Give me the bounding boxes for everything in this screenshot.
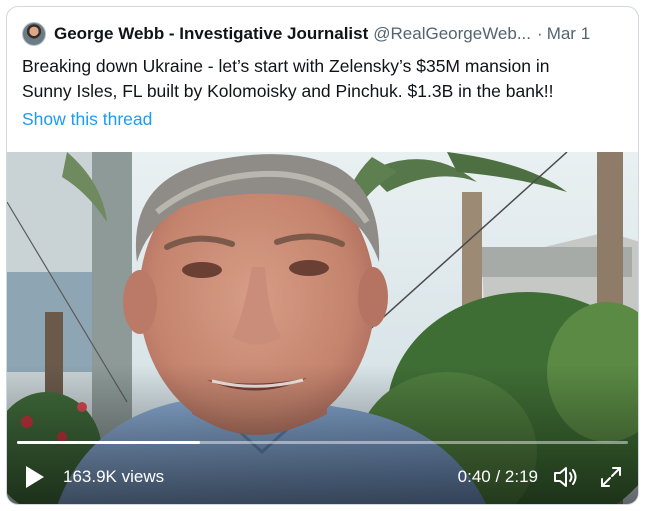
show-thread-link[interactable]: Show this thread <box>22 109 152 130</box>
author-avatar[interactable] <box>22 22 46 46</box>
tweet-header: George Webb - Investigative Journalist @… <box>22 21 624 47</box>
views-number: 163.9K <box>63 467 117 486</box>
video-time: 0:40 / 2:19 <box>457 467 538 486</box>
volume-icon[interactable] <box>552 465 580 489</box>
video-player[interactable]: 163.9K views 0:40 / 2:19 <box>7 152 638 504</box>
tweet-text-line: Sunny Isles, FL built by Kolomoisky and … <box>22 81 554 101</box>
tweet-text-line: Breaking down Ukraine - let’s start with… <box>22 56 550 76</box>
views-label: views <box>121 467 165 486</box>
tweet-date[interactable]: Mar 1 <box>547 24 590 44</box>
fullscreen-icon[interactable] <box>599 465 623 489</box>
views-count: 163.9K views <box>63 467 164 487</box>
video-progress-bar[interactable] <box>17 441 628 444</box>
author-name[interactable]: George Webb - Investigative Journalist <box>54 24 368 44</box>
video-controls: 163.9K views 0:40 / 2:19 <box>7 448 638 504</box>
tweet-text: Breaking down Ukraine - let’s start with… <box>22 54 622 104</box>
header-separator: · <box>537 24 543 43</box>
tweet-card[interactable]: George Webb - Investigative Journalist @… <box>6 6 639 505</box>
video-progress-fill <box>17 441 201 444</box>
play-icon[interactable] <box>23 464 47 490</box>
author-handle[interactable]: @RealGeorgeWeb... <box>373 24 531 44</box>
